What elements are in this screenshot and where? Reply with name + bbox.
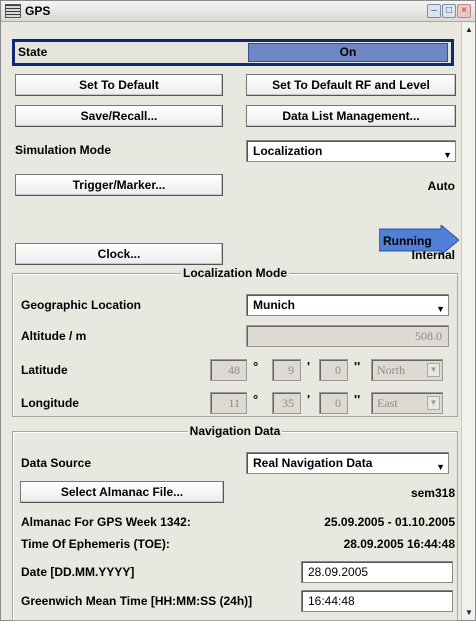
latitude-minutes-field[interactable]: 9 <box>272 359 301 381</box>
state-toggle[interactable]: On <box>248 43 448 62</box>
chevron-down-icon: ▼ <box>443 150 452 160</box>
date-input[interactable]: 28.09.2005 <box>301 561 453 583</box>
date-label: Date [DD.MM.YYYY] <box>21 565 135 579</box>
simulation-mode-select[interactable]: Localization ▼ <box>246 140 456 162</box>
longitude-seconds-field[interactable]: 0 <box>319 392 348 414</box>
almanac-week-value: 25.09.2005 - 01.10.2005 <box>324 515 455 529</box>
data-source-select[interactable]: Real Navigation Data ▼ <box>246 452 449 474</box>
title-bar[interactable]: GPS – □ × <box>1 1 475 22</box>
trigger-status: Auto <box>427 179 455 193</box>
gmt-label: Greenwich Mean Time [HH:MM:SS (24h)] <box>21 594 253 608</box>
state-label: State <box>18 45 48 59</box>
content-area: State On Set To Default Set To Default R… <box>1 23 460 621</box>
degree-symbol: ° <box>253 359 259 374</box>
trigger-marker-button[interactable]: Trigger/Marker... <box>15 174 223 196</box>
longitude-direction-value: East <box>377 396 398 410</box>
toe-value: 28.09.2005 16:44:48 <box>343 537 455 551</box>
gmt-input[interactable]: 16:44:48 <box>301 590 453 612</box>
toe-label: Time Of Ephemeris (TOE): <box>21 537 170 551</box>
localization-mode-title: Localization Mode <box>180 266 289 280</box>
set-to-default-button[interactable]: Set To Default <box>15 74 223 96</box>
clock-status: Internal <box>411 248 455 262</box>
latitude-degrees-field[interactable]: 48 <box>210 359 247 381</box>
save-recall-button[interactable]: Save/Recall... <box>15 105 223 127</box>
simulation-mode-label: Simulation Mode <box>15 143 111 157</box>
chevron-down-icon: ▼ <box>427 363 440 377</box>
latitude-label: Latitude <box>21 363 68 377</box>
navigation-data-title: Navigation Data <box>187 424 283 438</box>
close-icon[interactable]: × <box>457 4 471 18</box>
longitude-direction-select[interactable]: East ▼ <box>371 392 443 414</box>
running-label: Running <box>383 234 432 248</box>
altitude-field[interactable]: 508.0 <box>246 325 449 347</box>
state-row: State On <box>12 39 454 66</box>
almanac-week-label: Almanac For GPS Week 1342: <box>21 515 191 529</box>
data-list-management-button[interactable]: Data List Management... <box>246 105 456 127</box>
latitude-seconds-field[interactable]: 0 <box>319 359 348 381</box>
vertical-scrollbar[interactable]: ▲ ▼ <box>461 23 475 620</box>
set-to-default-rf-button[interactable]: Set To Default RF and Level <box>246 74 456 96</box>
window-title: GPS <box>25 4 51 18</box>
minimize-icon[interactable]: – <box>427 4 441 18</box>
second-symbol: '' <box>354 392 361 407</box>
scroll-down-icon[interactable]: ▼ <box>462 606 476 620</box>
geographic-location-label: Geographic Location <box>21 298 142 312</box>
altitude-label: Altitude / m <box>21 329 87 343</box>
data-source-label: Data Source <box>21 456 92 470</box>
degree-symbol: ° <box>253 392 259 407</box>
data-source-value: Real Navigation Data <box>253 456 373 470</box>
geographic-location-select[interactable]: Munich ▼ <box>246 294 449 316</box>
geographic-location-value: Munich <box>253 298 295 312</box>
app-icon <box>5 4 21 18</box>
latitude-direction-value: North <box>377 363 405 377</box>
almanac-file-name: sem318 <box>410 486 455 500</box>
clock-button[interactable]: Clock... <box>15 243 223 265</box>
chevron-down-icon: ▼ <box>427 396 440 410</box>
maximize-icon[interactable]: □ <box>442 4 456 18</box>
minute-symbol: ' <box>307 359 311 374</box>
longitude-minutes-field[interactable]: 35 <box>272 392 301 414</box>
second-symbol: '' <box>354 359 361 374</box>
latitude-direction-select[interactable]: North ▼ <box>371 359 443 381</box>
simulation-mode-value: Localization <box>253 144 323 158</box>
gps-window: GPS – □ × ▲ ▼ State On Set To Default Se… <box>0 0 476 621</box>
chevron-down-icon: ▼ <box>436 462 445 472</box>
longitude-label: Longitude <box>21 396 79 410</box>
select-almanac-file-button[interactable]: Select Almanac File... <box>20 481 224 503</box>
chevron-down-icon: ▼ <box>436 304 445 314</box>
minute-symbol: ' <box>307 392 311 407</box>
scroll-up-icon[interactable]: ▲ <box>462 23 476 37</box>
longitude-degrees-field[interactable]: 11 <box>210 392 247 414</box>
